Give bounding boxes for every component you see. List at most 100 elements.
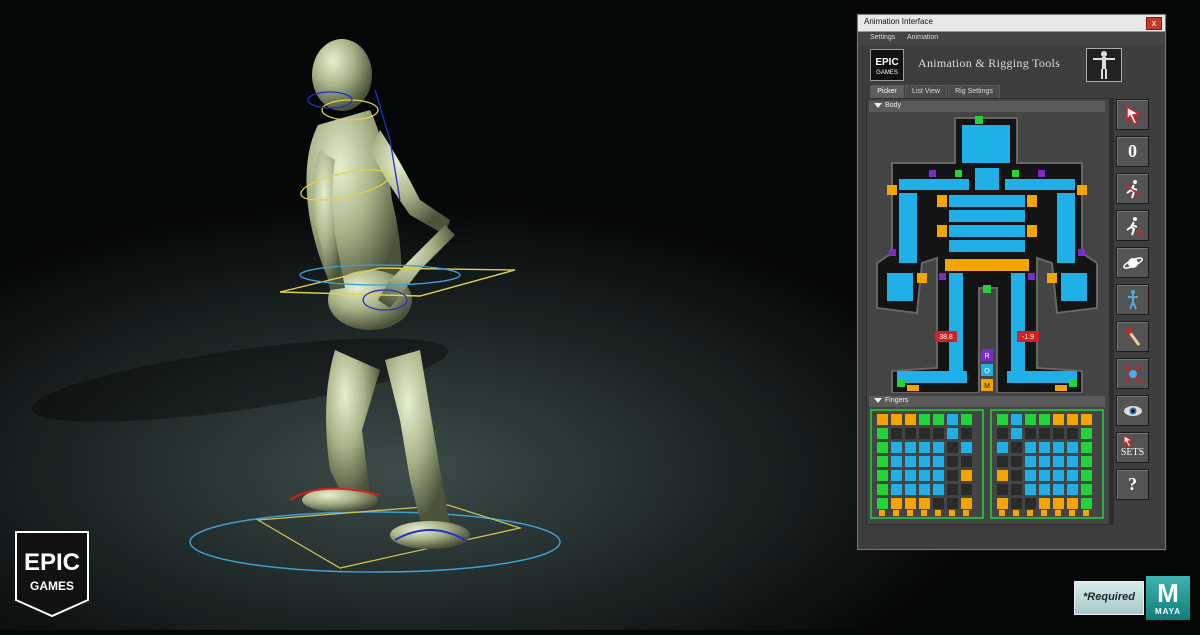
body-section-header[interactable]: Body bbox=[869, 101, 1105, 112]
finger-control[interactable] bbox=[905, 484, 916, 495]
finger-control[interactable] bbox=[933, 442, 944, 453]
left-shoulder-space-control[interactable] bbox=[929, 170, 936, 177]
finger-control[interactable] bbox=[1039, 470, 1050, 481]
right-shoulder-space-control[interactable] bbox=[1038, 170, 1045, 177]
finger-control[interactable] bbox=[1053, 442, 1064, 453]
t-pose-figure-icon[interactable] bbox=[1086, 48, 1122, 82]
finger-control[interactable] bbox=[1039, 414, 1050, 425]
right-hand-control[interactable] bbox=[1061, 273, 1087, 301]
select-button[interactable] bbox=[1116, 99, 1149, 130]
spine-1-control[interactable] bbox=[949, 240, 1025, 252]
finger-control[interactable] bbox=[933, 456, 944, 467]
finger-tip-control[interactable] bbox=[949, 510, 955, 516]
key-pose-button[interactable] bbox=[1116, 210, 1149, 241]
finger-control[interactable] bbox=[1067, 456, 1078, 467]
finger-control[interactable] bbox=[877, 414, 888, 425]
finger-tip-control[interactable] bbox=[1041, 510, 1047, 516]
right-foot-control[interactable] bbox=[1007, 371, 1077, 383]
neck-control[interactable] bbox=[975, 168, 999, 190]
close-button[interactable]: x bbox=[1146, 17, 1162, 30]
chest-control[interactable] bbox=[949, 195, 1025, 207]
finger-control[interactable] bbox=[905, 414, 916, 425]
left-arm-ik-control[interactable] bbox=[887, 185, 897, 195]
finger-control[interactable] bbox=[891, 414, 902, 425]
finger-control[interactable] bbox=[933, 414, 944, 425]
selection-sets-button[interactable]: SETS bbox=[1116, 432, 1149, 463]
right-chest-ik-control[interactable] bbox=[1027, 195, 1037, 207]
finger-control[interactable] bbox=[1081, 442, 1092, 453]
finger-control[interactable] bbox=[1053, 456, 1064, 467]
right-clavicle-control[interactable] bbox=[1005, 179, 1075, 190]
finger-control[interactable] bbox=[1025, 456, 1036, 467]
spine-2-control[interactable] bbox=[949, 225, 1025, 237]
right-toe-ik-control[interactable] bbox=[1055, 385, 1067, 391]
finger-control[interactable] bbox=[891, 470, 902, 481]
picker-scrollbar[interactable] bbox=[1109, 99, 1113, 524]
finger-control[interactable] bbox=[1053, 470, 1064, 481]
finger-control[interactable] bbox=[1053, 498, 1064, 509]
finger-control[interactable] bbox=[1039, 456, 1050, 467]
menu-animation[interactable]: Animation bbox=[907, 34, 938, 41]
left-hand-ik-control[interactable] bbox=[917, 273, 927, 283]
finger-control[interactable] bbox=[1081, 456, 1092, 467]
finger-tip-control[interactable] bbox=[1069, 510, 1075, 516]
finger-control[interactable] bbox=[919, 414, 930, 425]
finger-control[interactable] bbox=[1081, 470, 1092, 481]
finger-tip-control[interactable] bbox=[1013, 510, 1019, 516]
fingers-section-header[interactable]: Fingers bbox=[869, 396, 1105, 407]
finger-control[interactable] bbox=[905, 442, 916, 453]
left-chest-ik-control[interactable] bbox=[937, 195, 947, 207]
match-tool-button[interactable] bbox=[1116, 321, 1149, 352]
head-fk-control[interactable] bbox=[975, 116, 983, 124]
left-shoulder-fk-control[interactable] bbox=[955, 170, 962, 177]
finger-control[interactable] bbox=[1039, 442, 1050, 453]
finger-control[interactable] bbox=[1067, 470, 1078, 481]
left-clavicle-control[interactable] bbox=[899, 179, 969, 190]
finger-control[interactable] bbox=[1039, 484, 1050, 495]
finger-control[interactable] bbox=[919, 456, 930, 467]
finger-tip-control[interactable] bbox=[907, 510, 913, 516]
right-elbow-space-control[interactable] bbox=[1078, 249, 1085, 256]
finger-control[interactable] bbox=[905, 456, 916, 467]
zero-out-button[interactable]: 0 bbox=[1116, 136, 1149, 167]
finger-tip-control[interactable] bbox=[963, 510, 969, 516]
finger-tip-control[interactable] bbox=[999, 510, 1005, 516]
tab-picker[interactable]: Picker bbox=[870, 85, 904, 98]
tab-list-view[interactable]: List View bbox=[905, 85, 947, 98]
finger-control[interactable] bbox=[961, 442, 972, 453]
finger-control[interactable] bbox=[1025, 470, 1036, 481]
reset-pose-button[interactable] bbox=[1116, 358, 1149, 389]
finger-control[interactable] bbox=[877, 428, 888, 439]
finger-control[interactable] bbox=[961, 470, 972, 481]
left-thigh-control[interactable] bbox=[949, 273, 963, 371]
finger-tip-control[interactable] bbox=[893, 510, 899, 516]
left-spine-ik-control[interactable] bbox=[937, 225, 947, 237]
finger-control[interactable] bbox=[877, 442, 888, 453]
finger-control[interactable] bbox=[877, 456, 888, 467]
finger-control[interactable] bbox=[905, 498, 916, 509]
finger-control[interactable] bbox=[997, 470, 1008, 481]
right-thigh-control[interactable] bbox=[1011, 273, 1025, 371]
finger-control[interactable] bbox=[1081, 498, 1092, 509]
title-bar[interactable]: Animation Interface x bbox=[858, 15, 1165, 32]
finger-tip-control[interactable] bbox=[1083, 510, 1089, 516]
finger-control[interactable] bbox=[997, 442, 1008, 453]
menu-settings[interactable]: Settings bbox=[870, 34, 895, 41]
left-heel-control[interactable] bbox=[897, 379, 905, 387]
tab-rig-settings[interactable]: Rig Settings bbox=[948, 85, 1000, 98]
right-spine-ik-control[interactable] bbox=[1027, 225, 1037, 237]
finger-control[interactable] bbox=[891, 498, 902, 509]
3d-viewport[interactable] bbox=[0, 0, 850, 630]
finger-control[interactable] bbox=[997, 498, 1008, 509]
finger-control[interactable] bbox=[947, 428, 958, 439]
right-hip-space-control[interactable] bbox=[1028, 273, 1035, 280]
left-upper-arm-control[interactable] bbox=[899, 193, 917, 263]
finger-control[interactable] bbox=[1053, 484, 1064, 495]
mirror-pose-button[interactable] bbox=[1116, 173, 1149, 204]
right-heel-control[interactable] bbox=[1069, 379, 1077, 387]
right-upper-arm-control[interactable] bbox=[1057, 193, 1075, 263]
finger-control[interactable] bbox=[1081, 484, 1092, 495]
right-hand-ik-control[interactable] bbox=[1047, 273, 1057, 283]
finger-tip-control[interactable] bbox=[879, 510, 885, 516]
spine-3-control[interactable] bbox=[949, 210, 1025, 222]
